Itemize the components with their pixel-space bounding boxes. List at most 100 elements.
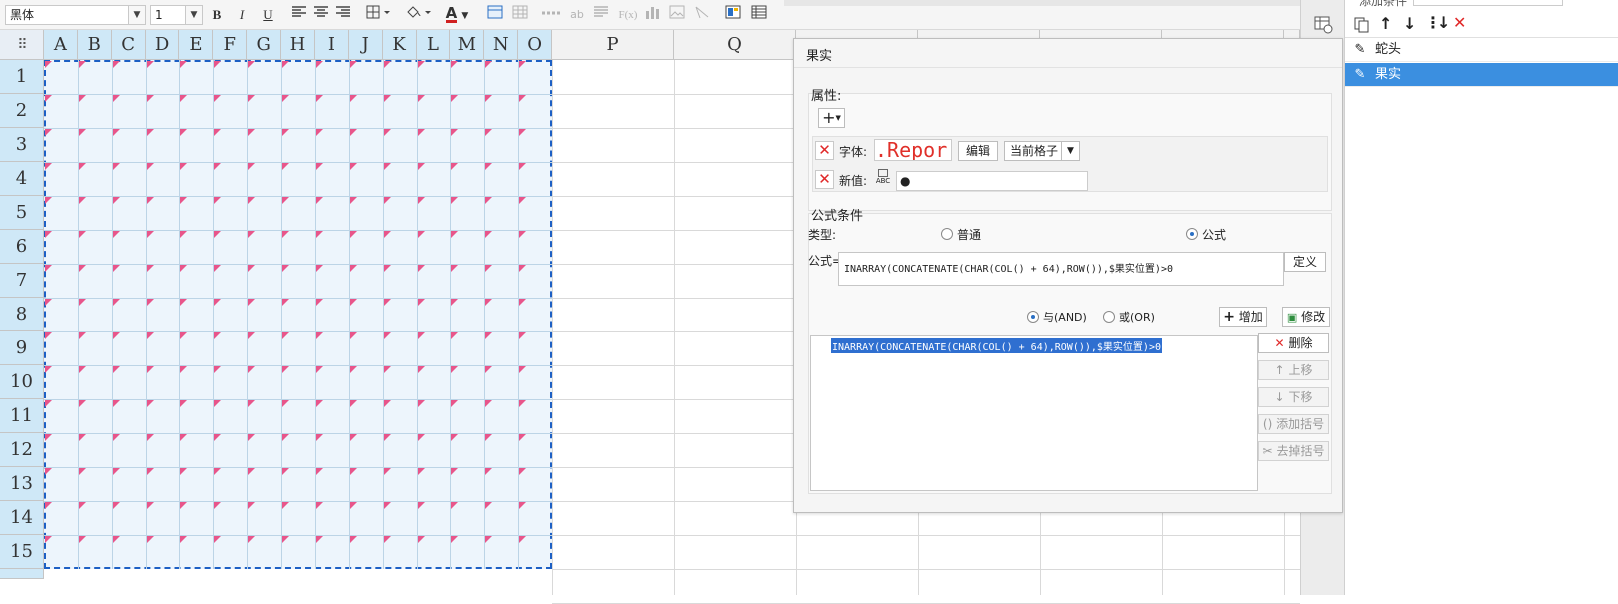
condition-item-snake-head[interactable]: ✎ 蛇头 (1345, 38, 1618, 62)
row-header-10[interactable]: 10 (0, 365, 44, 400)
row-header-3[interactable]: 3 (0, 127, 44, 162)
border-icon[interactable] (365, 5, 393, 25)
type-formula-radio[interactable] (1186, 228, 1198, 240)
newvalue-field[interactable]: ● (896, 171, 1088, 191)
condition-marker (349, 128, 357, 136)
define-button[interactable]: 定义 (1284, 252, 1326, 272)
font-name-select[interactable]: 黑体 ▼ (5, 5, 146, 25)
remove-bracket-button[interactable]: ✂ 去掉括号 (1258, 441, 1329, 461)
move-up-icon[interactable]: ↑ (1379, 14, 1392, 33)
row-header-4[interactable]: 4 (0, 161, 44, 196)
selection-gridline (518, 60, 520, 569)
type-normal-radio[interactable] (941, 228, 953, 240)
add-property-button[interactable]: +▼ (818, 108, 845, 128)
condition-list-item[interactable]: INARRAY(CONCATENATE(CHAR(COL() + 64),ROW… (831, 338, 1162, 353)
condition-marker (146, 128, 154, 136)
freeze-icon[interactable] (724, 5, 742, 25)
cell-attr-icon[interactable] (486, 5, 504, 25)
column-header-g[interactable]: G (247, 30, 282, 60)
chevron-down-icon: ▼ (185, 6, 202, 24)
fill-color-icon[interactable] (404, 5, 434, 25)
row-header-9[interactable]: 9 (0, 331, 44, 366)
condition-marker (315, 61, 323, 68)
move-down-button[interactable]: ↓ 下移 (1258, 387, 1329, 407)
column-header-n[interactable]: N (484, 30, 519, 60)
column-header-j[interactable]: J (348, 30, 383, 60)
selected-range[interactable] (44, 60, 552, 569)
column-header-a[interactable]: A (44, 30, 78, 60)
row-header-7[interactable]: 7 (0, 263, 44, 298)
condition-list[interactable]: INARRAY(CONCATENATE(CHAR(COL() + 64),ROW… (810, 335, 1258, 491)
column-header-p[interactable]: P (552, 30, 675, 60)
column-header-o[interactable]: O (518, 30, 553, 60)
link-icon[interactable] (540, 5, 562, 25)
row-header-14[interactable]: 14 (0, 501, 44, 535)
copy-icon[interactable] (1353, 16, 1371, 34)
condition-marker (248, 298, 256, 306)
chart-icon[interactable] (643, 5, 661, 25)
column-header-m[interactable]: M (450, 30, 485, 60)
column-header-q[interactable]: Q (674, 30, 797, 60)
column-header-c[interactable]: C (111, 30, 146, 60)
and-radio[interactable] (1027, 311, 1039, 323)
image-icon[interactable] (668, 5, 686, 25)
modify-condition-button[interactable]: ▣ 修改 (1282, 307, 1330, 327)
column-header-l[interactable]: L (416, 30, 451, 60)
move-bottom-icon[interactable]: ⋮↓ (1425, 13, 1450, 32)
condition-marker (45, 434, 52, 442)
sheet-icon[interactable] (750, 5, 768, 25)
align-center-icon[interactable] (312, 5, 330, 25)
table-icon[interactable] (511, 5, 529, 25)
slash-icon[interactable] (693, 5, 711, 25)
row-header-5[interactable]: 5 (0, 195, 44, 230)
present-icon[interactable]: ABC (874, 169, 892, 191)
align-right-icon[interactable] (334, 5, 352, 25)
add-bracket-button[interactable]: () 添加括号 (1258, 414, 1329, 434)
italic-button[interactable]: I (234, 5, 250, 25)
row-header-15[interactable]: 15 (0, 535, 44, 569)
bold-button[interactable]: B (208, 5, 226, 25)
align-left-icon[interactable] (290, 5, 308, 25)
row-header-13[interactable]: 13 (0, 467, 44, 502)
remove-font-property-icon[interactable]: ✕ (815, 141, 834, 160)
column-header-h[interactable]: H (281, 30, 315, 60)
delete-icon[interactable]: ✕ (1453, 13, 1466, 32)
font-size-select[interactable]: 1 ▼ (150, 5, 203, 25)
or-radio[interactable] (1103, 311, 1115, 323)
select-all-corner[interactable]: ⠿ (0, 30, 44, 60)
scope-select[interactable]: 当前格子 ▼ (1004, 141, 1080, 161)
edit-font-button[interactable]: 编辑 (958, 141, 998, 161)
condition-attr-icon[interactable] (1313, 14, 1333, 34)
text-icon[interactable]: ab (568, 5, 586, 25)
row-header-11[interactable]: 11 (0, 399, 44, 434)
column-header-d[interactable]: D (145, 30, 180, 60)
remove-newvalue-property-icon[interactable]: ✕ (815, 170, 834, 189)
condition-item-fruit[interactable]: ✎ 果实 (1345, 63, 1618, 87)
add-condition-button[interactable]: + 增加 (1219, 307, 1267, 327)
paragraph-icon[interactable] (592, 5, 610, 25)
delete-condition-button[interactable]: ✕ 删除 (1258, 333, 1329, 353)
condition-marker (417, 61, 425, 68)
row-header-6[interactable]: 6 (0, 229, 44, 264)
panel-header-field[interactable] (1413, 0, 1563, 6)
gridline (552, 535, 1300, 537)
selection-gridline (213, 60, 215, 569)
text-color-icon[interactable]: A ▼ (442, 5, 472, 25)
formula-input[interactable]: INARRAY(CONCATENATE(CHAR(COL() + 64),ROW… (838, 252, 1284, 286)
column-header-i[interactable]: I (314, 30, 349, 60)
condition-marker (349, 434, 357, 442)
column-header-b[interactable]: B (77, 30, 112, 60)
row-header-1[interactable]: 1 (0, 60, 44, 94)
row-header-partial[interactable] (0, 568, 44, 579)
column-header-e[interactable]: E (179, 30, 214, 60)
row-header-2[interactable]: 2 (0, 93, 44, 128)
row-header-8[interactable]: 8 (0, 297, 44, 332)
column-header-k[interactable]: K (382, 30, 417, 60)
column-header-f[interactable]: F (213, 30, 248, 60)
condition-marker (146, 61, 154, 68)
move-up-button[interactable]: ↑ 上移 (1258, 360, 1329, 380)
row-header-12[interactable]: 12 (0, 433, 44, 468)
underline-button[interactable]: U (259, 5, 277, 25)
formula-icon[interactable]: F(x) (616, 5, 640, 25)
move-down-icon[interactable]: ↓ (1403, 14, 1416, 33)
